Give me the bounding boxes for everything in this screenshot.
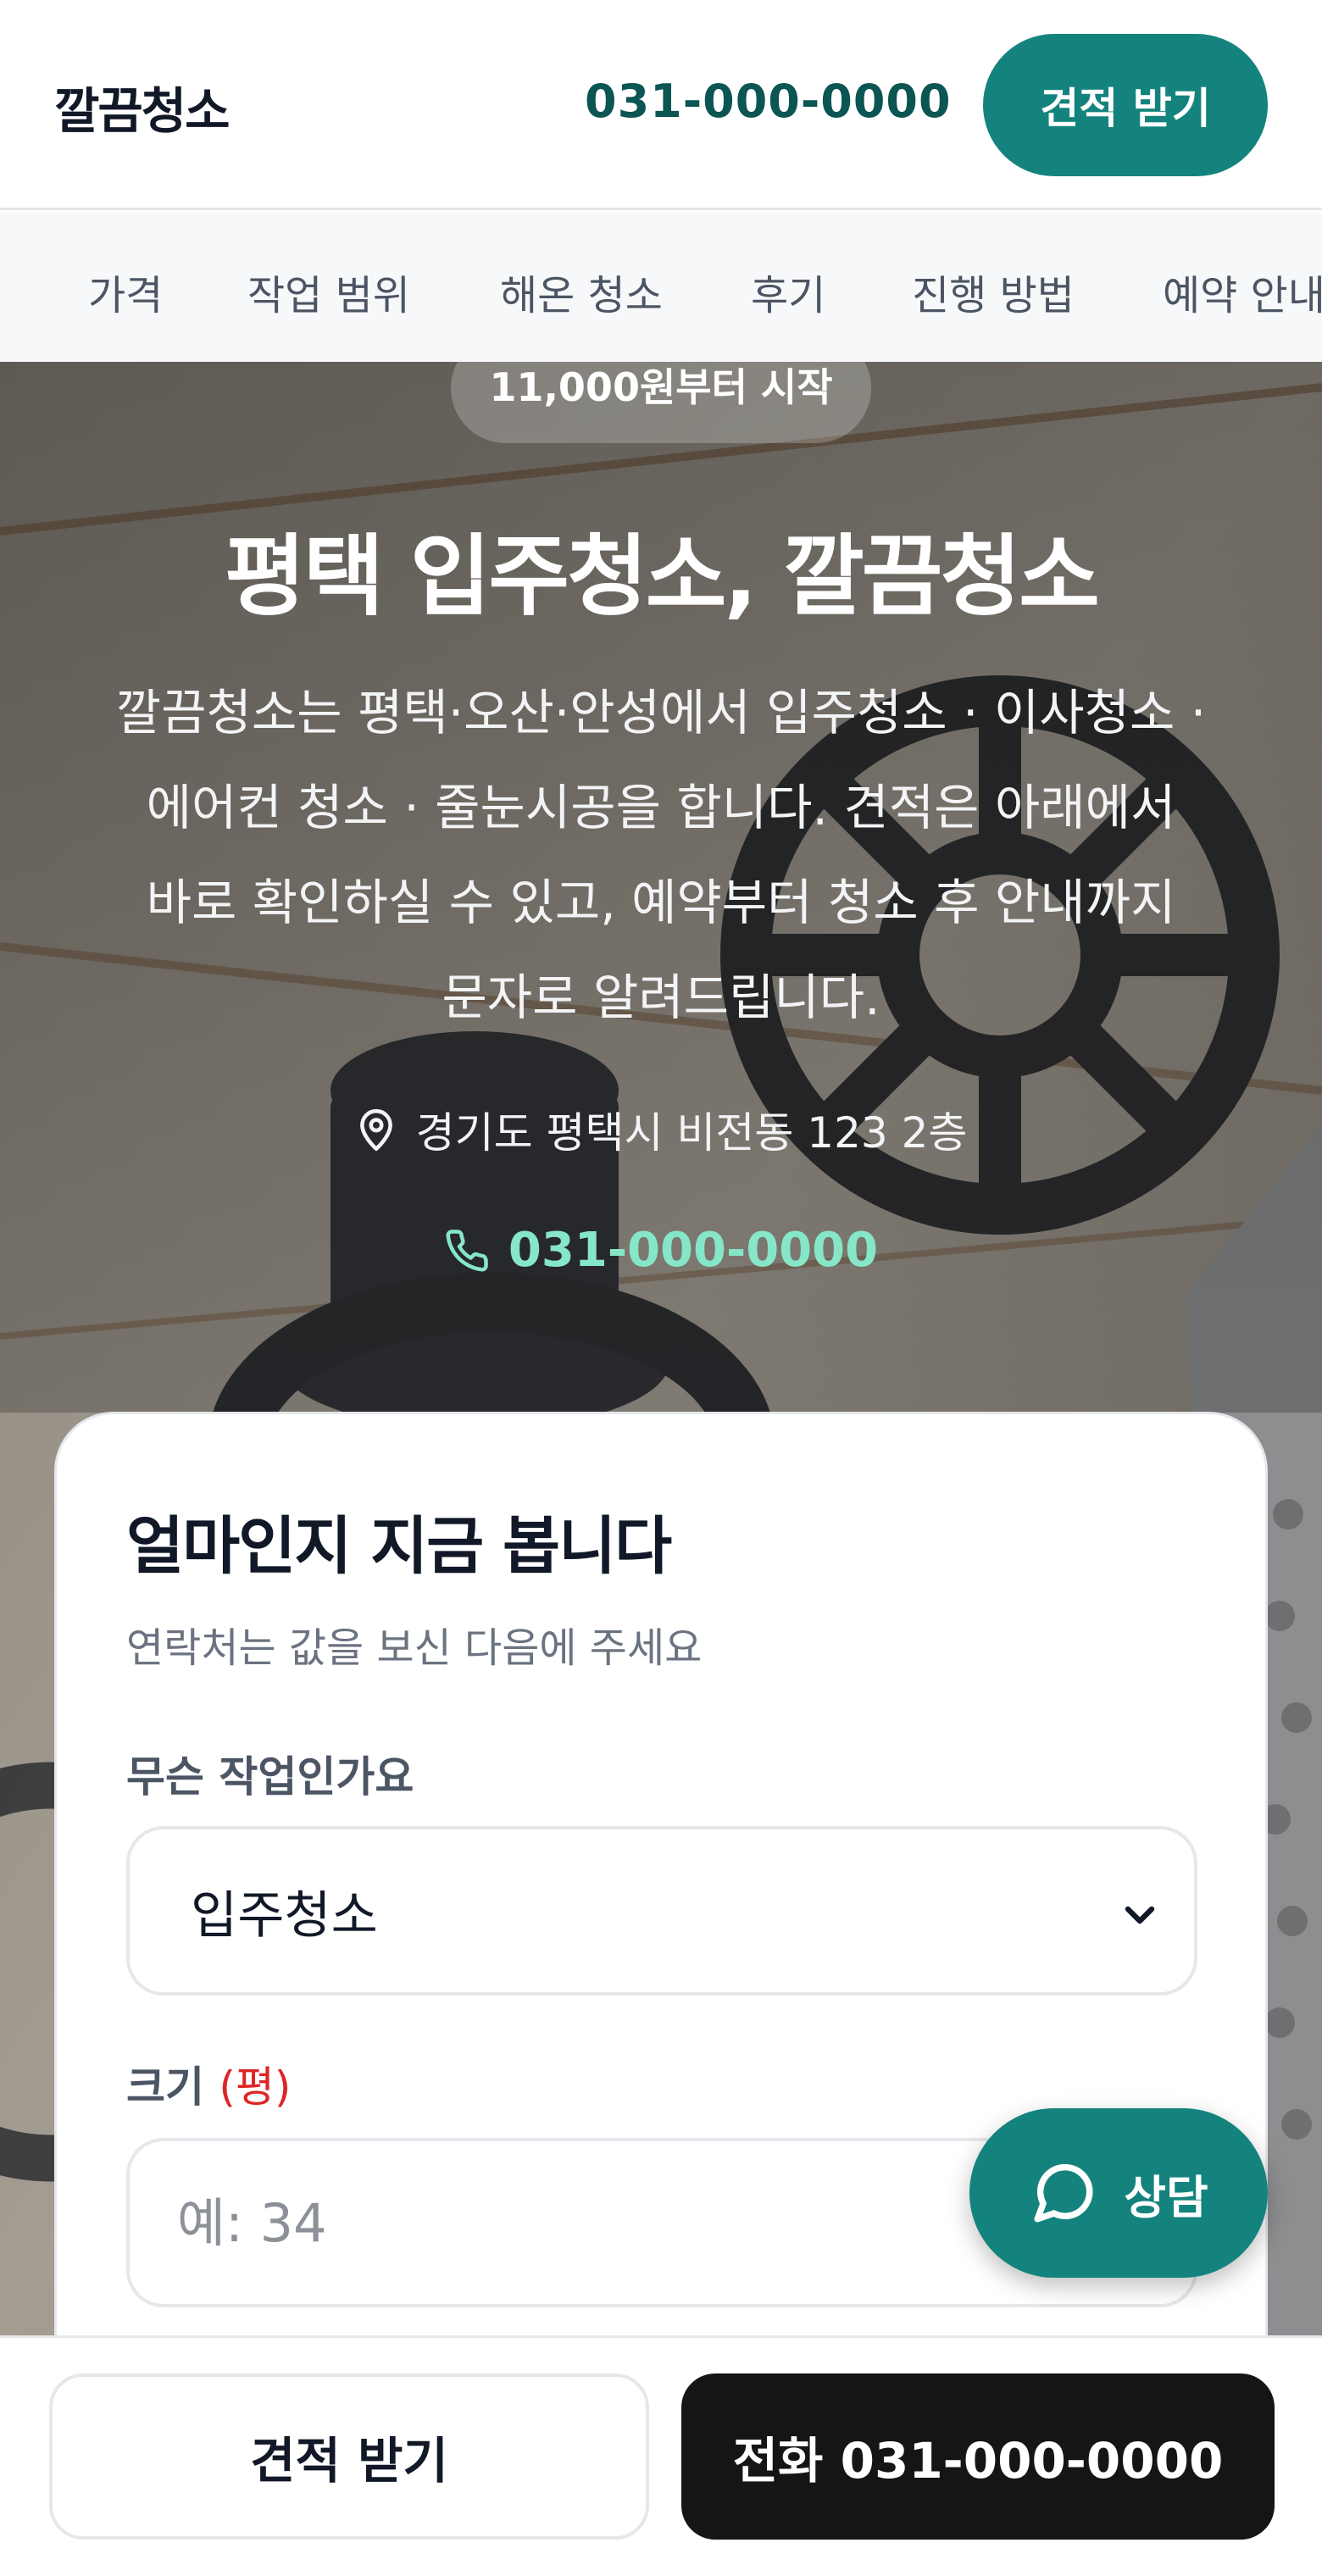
site-header: 깔끔청소 031-000-0000 견적 받기 [0,0,1322,210]
size-label-text: 크기 [126,2062,204,2112]
bottom-action-bar: 견적 받기 전화 031-000-0000 [0,2335,1322,2576]
phone-icon [446,1229,488,1272]
hero-address-text: 경기도 평택시 비전동 123 2층 [415,1108,968,1158]
hero-description-line: 문자로 알려드립니다. [442,969,880,1026]
hero-description: 깔끔청소는 평택·오산·안성에서 입주청소 · 이사청소 · 에어컨 청소 · … [59,665,1263,1045]
chat-consult-label: 상담 [1124,2170,1208,2224]
chat-bubble-icon [1034,2163,1093,2223]
size-unit: (평) [219,2062,292,2112]
tab-portfolio[interactable]: 해온 청소 [500,262,663,321]
hero-title: 평택 입주청소, 깔끔청소 [225,525,1100,628]
quote-card-title: 얼마인지 지금 봅니다 [126,1510,672,1583]
brand-logo[interactable]: 깔끔청소 [54,71,230,142]
service-type-value: 입주청소 [191,1885,378,1946]
hero-phone-text: 031-000-0000 [508,1223,879,1278]
tab-scope[interactable]: 작업 범위 [247,262,410,321]
hero-address: 경기도 평택시 비전동 123 2층 [0,1099,1322,1160]
tab-process[interactable]: 진행 방법 [912,262,1075,321]
bottom-quote-button[interactable]: 견적 받기 [49,2373,649,2540]
size-label: 크기 (평) [126,2053,291,2114]
bottom-call-button[interactable]: 전화 031-000-0000 [681,2373,1275,2540]
location-pin-icon [359,1108,392,1152]
tab-booking[interactable]: 예약 안내 [1163,262,1322,321]
hero-phone-link[interactable]: 031-000-0000 [0,1223,1322,1278]
tab-reviews[interactable]: 후기 [751,262,825,321]
header-phone-link[interactable]: 031-000-0000 [585,75,952,128]
service-type-select[interactable]: 입주청소 [126,1826,1197,1996]
chevron-down-icon [1125,1906,1155,1924]
service-type-label: 무슨 작업인가요 [126,1752,414,1802]
header-quote-button[interactable]: 견적 받기 [983,34,1268,176]
quote-card-subtitle: 연락처는 값을 보신 다음에 주세요 [126,1624,703,1672]
hero-description-line: 바로 확인하실 수 있고, 예약부터 청소 후 안내까지 [146,874,1176,931]
price-badge: 11,000원부터 시작 [451,362,871,443]
hero-description-line: 에어컨 청소 · 줄눈시공을 합니다. 견적은 아래에서 [146,779,1176,836]
tab-price[interactable]: 가격 [88,262,163,321]
hero-description-line: 깔끔청소는 평택·오산·안성에서 입주청소 · 이사청소 · [115,684,1207,741]
chat-consult-button[interactable]: 상담 [969,2108,1268,2278]
section-tabs: 가격 작업 범위 해온 청소 후기 진행 방법 예약 안내 [0,213,1322,362]
